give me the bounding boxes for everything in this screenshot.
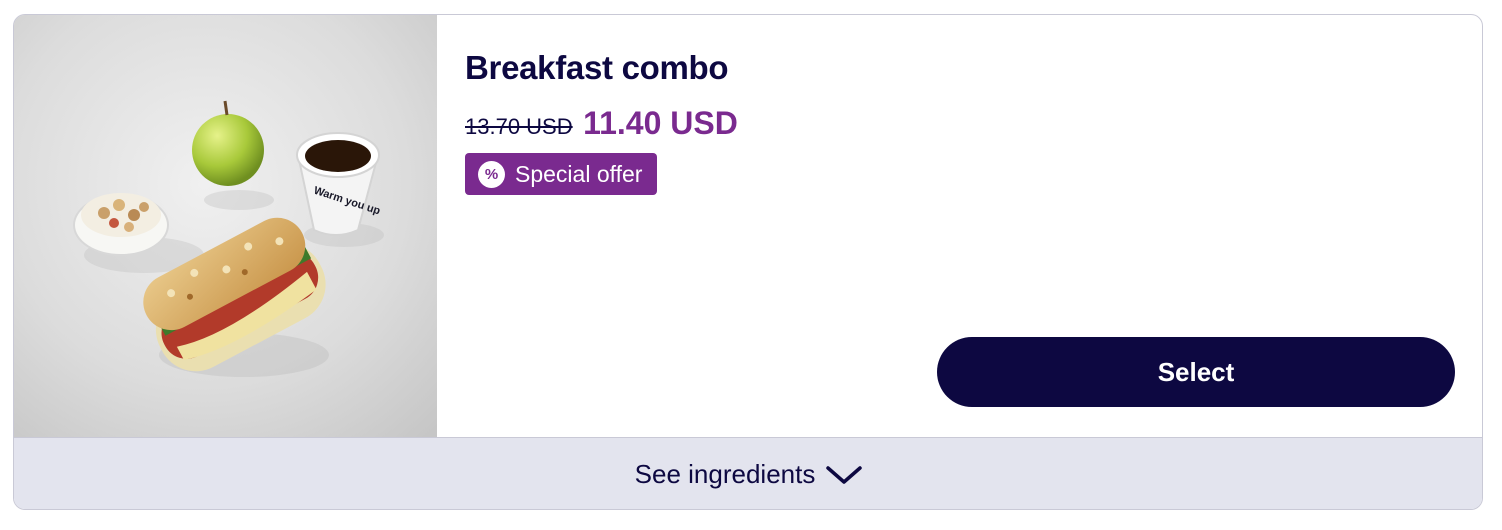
product-title: Breakfast combo	[465, 49, 729, 86]
percent-icon: %	[478, 160, 505, 188]
special-offer-badge: % Special offer	[465, 153, 658, 195]
chevron-down-icon	[825, 464, 863, 486]
price-row: 13.70 USD 11.40 USD	[465, 105, 738, 142]
see-ingredients-label: See ingredients	[634, 459, 816, 489]
special-offer-label: Special offer	[515, 160, 643, 187]
discounted-price: 11.40 USD	[583, 105, 738, 141]
product-info: Breakfast combo 13.70 USD 11.40 USD % Sp…	[465, 15, 1482, 437]
select-button[interactable]: Select	[937, 337, 1455, 407]
original-price: 13.70 USD	[465, 114, 573, 139]
product-image: Warm you up	[14, 15, 437, 437]
product-card-body: Warm you up Breakfast combo 13.70 USD 11…	[14, 15, 1482, 437]
product-card: Warm you up Breakfast combo 13.70 USD 11…	[13, 14, 1483, 510]
see-ingredients-toggle[interactable]: See ingredients	[14, 437, 1482, 509]
breakfast-photo-illustration: Warm you up	[14, 15, 437, 437]
